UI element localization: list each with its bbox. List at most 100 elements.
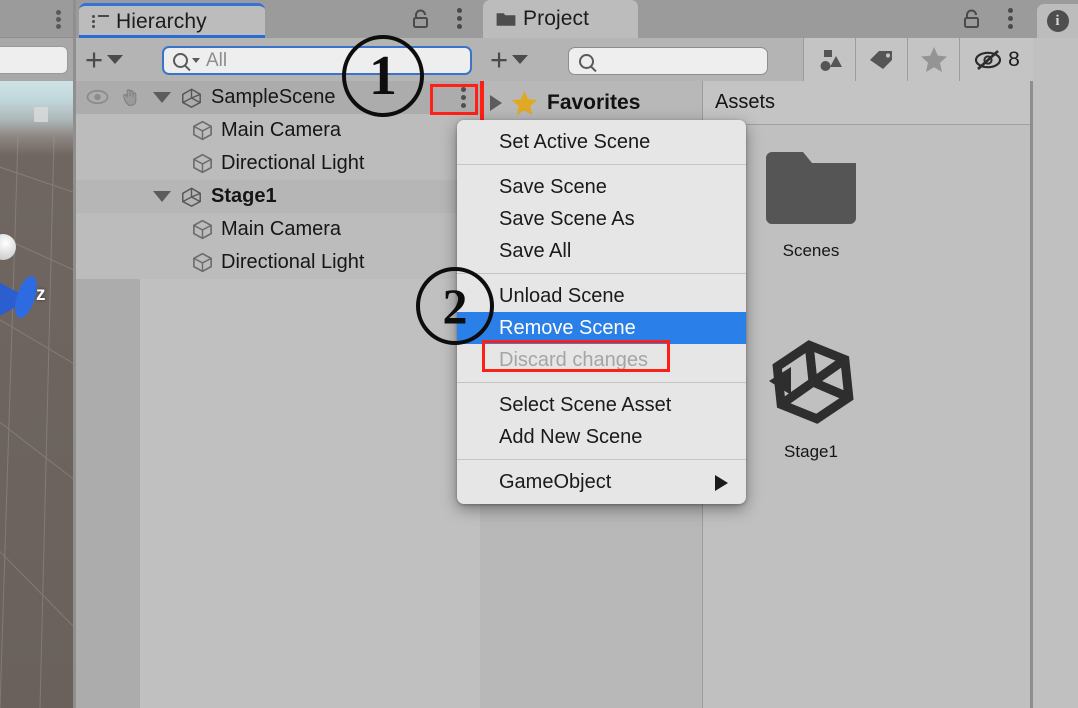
scene-view-panel: z [0,0,76,708]
hierarchy-add-button[interactable]: + [85,43,143,76]
hierarchy-row-label: Main Camera [221,218,342,240]
unity-editor-window: z Hierarchy + All SampleScene Main Camer… [0,0,1078,708]
hierarchy-tabstrip: Hierarchy [76,0,480,38]
hierarchy-panel: Hierarchy + All SampleScene Main Camera … [76,0,480,708]
hierarchy-row-label: Stage1 [211,185,277,207]
project-lock-open-icon[interactable] [962,9,981,29]
hierarchy-list-icon [92,14,109,30]
hidden-packages-count: 8 [1008,47,1020,71]
menu-separator [457,164,746,165]
hierarchy-row-main-camera-2[interactable]: Main Camera [76,213,480,246]
submenu-arrow-icon [715,475,728,491]
favorites-row[interactable]: Favorites [480,81,702,125]
tab-project-label: Project [523,7,590,30]
assets-header-label: Assets [715,91,776,113]
menu-separator [457,459,746,460]
menu-item-remove-scene[interactable]: Remove Scene [457,312,746,344]
scene-view-viewport[interactable]: z [0,81,76,708]
asset-item-label: Stage1 [784,442,838,461]
hierarchy-row-label: Directional Light [221,152,365,174]
hierarchy-lock-open-icon[interactable] [411,9,430,29]
hierarchy-tree: SampleScene Main Camera Directional Ligh… [76,81,480,708]
project-filter-by-label-button[interactable] [855,38,907,81]
hierarchy-row-label: Directional Light [221,251,365,273]
menu-separator [457,273,746,274]
annotation-step-2: 2 [416,267,494,345]
hierarchy-row-stage1[interactable]: Stage1 [76,180,480,213]
unity-scene-icon [182,87,201,108]
project-search-input[interactable] [568,47,768,75]
scene-grid [0,137,76,708]
hierarchy-kebab-highlight-box [430,84,478,115]
scene-object-cube[interactable] [34,107,48,122]
scene-view-tabstrip [0,0,76,38]
gameobject-cube-icon [193,252,212,273]
expand-triangle-down-icon[interactable] [153,92,171,103]
tab-hierarchy-label: Hierarchy [116,10,207,33]
menu-item-save-all[interactable]: Save All [457,235,746,267]
favorites-star-icon [920,47,947,72]
triangle-right-icon[interactable] [490,95,502,111]
menu-item-select-scene-asset[interactable]: Select Scene Asset [457,389,746,421]
gameobject-cube-icon [193,219,212,240]
gameobject-cube-icon [193,153,212,174]
menu-item-save-scene[interactable]: Save Scene [457,171,746,203]
filter-by-label-icon [869,50,892,69]
pointer-hand-icon[interactable] [118,86,140,108]
inspector-body [1033,38,1078,708]
hidden-packages-icon [975,49,1002,70]
asset-item-stage1[interactable]: Stage1 [731,331,891,462]
inspector-tabstrip: i [1033,0,1078,38]
hierarchy-kebab-menu-icon[interactable] [457,8,462,29]
annotation-step-1: 1 [342,35,424,117]
eye-icon[interactable] [86,88,109,106]
hierarchy-search-placeholder: All [206,49,228,71]
tab-inspector[interactable]: i [1037,4,1078,38]
project-filter-by-type-button[interactable] [803,38,855,81]
star-icon [511,90,538,116]
hierarchy-row-label: Main Camera [221,119,342,141]
search-dropdown-icon [192,58,200,63]
search-icon [579,53,594,69]
folder-icon [766,152,856,224]
chevron-down-icon [107,55,124,64]
project-favorites-button[interactable] [907,38,959,81]
menu-separator [457,382,746,383]
filter-by-type-icon [820,49,842,71]
scene-gizmo-z-label: z [36,284,46,305]
tab-project[interactable]: Project [483,0,638,38]
project-tabstrip: Project [480,0,1033,38]
folder-icon [496,13,516,26]
gameobject-cube-icon [193,120,212,141]
assets-header: Assets [703,81,1034,125]
asset-item-scenes[interactable]: Scenes [731,146,891,261]
menu-item-gameobject[interactable]: GameObject [457,466,746,498]
plus-icon: + [85,41,104,77]
menu-item-discard-changes: Discard changes [499,348,648,371]
inspector-panel: i [1033,0,1078,708]
scene-view-kebab-menu-icon[interactable] [56,10,61,29]
project-assets-pane: Assets Scenes Stage1 [702,81,1034,708]
hierarchy-row-directional-light-2[interactable]: Directional Light [76,246,480,279]
hierarchy-row-directional-light-1[interactable]: Directional Light [76,147,480,180]
tab-hierarchy[interactable]: Hierarchy [79,3,265,38]
menu-item-gameobject-label: GameObject [499,470,612,493]
info-icon: i [1046,10,1069,32]
scene-view-tool-field[interactable] [0,46,68,74]
project-kebab-menu-icon[interactable] [1008,8,1013,29]
unity-scene-icon [182,186,201,207]
menu-item-set-active-scene[interactable]: Set Active Scene [457,126,746,158]
menu-item-add-new-scene[interactable]: Add New Scene [457,421,746,453]
hierarchy-row-label: SampleScene [211,86,336,108]
menu-item-unload-scene[interactable]: Unload Scene [457,280,746,312]
chevron-down-icon [512,55,529,64]
menu-item-save-scene-as[interactable]: Save Scene As [457,203,746,235]
plus-icon: + [490,41,509,77]
project-hidden-packages-button[interactable]: 8 [959,38,1033,81]
hierarchy-row-main-camera-1[interactable]: Main Camera [76,114,480,147]
search-icon [173,53,188,68]
project-add-button[interactable]: + [490,43,548,76]
expand-triangle-down-icon[interactable] [153,191,171,202]
unity-scene-asset-icon [769,340,854,424]
hierarchy-search-input[interactable]: All [162,46,472,75]
